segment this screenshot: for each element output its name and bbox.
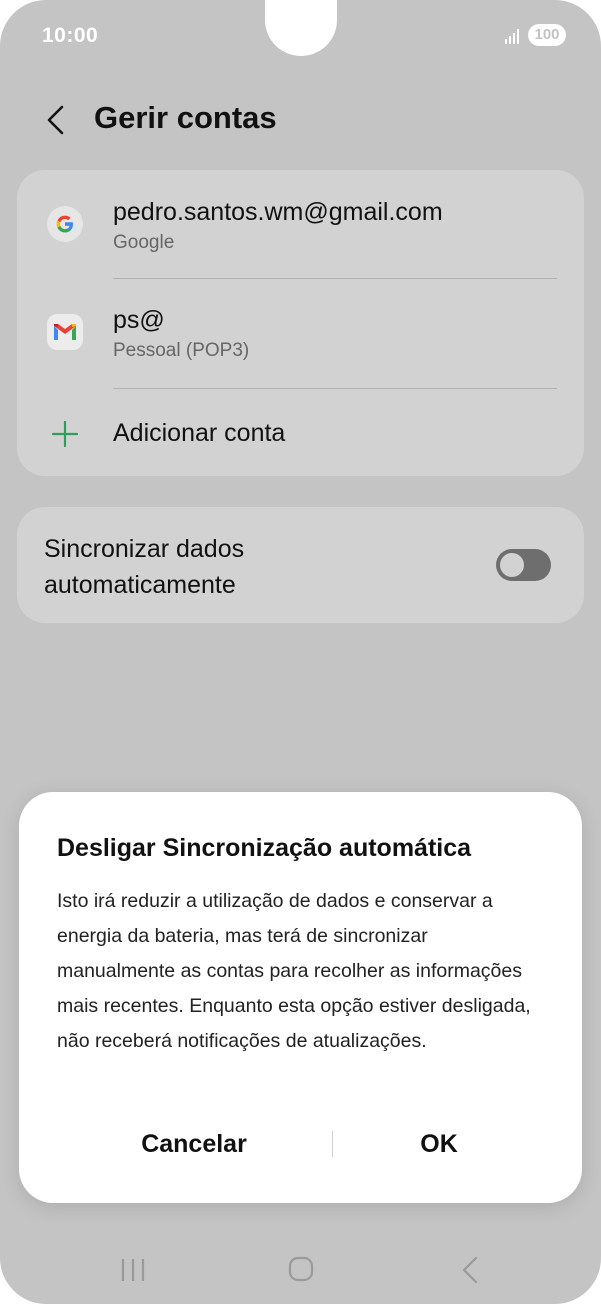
- recent-apps-icon: [121, 1259, 145, 1281]
- back-nav-button[interactable]: [446, 1250, 496, 1290]
- auto-sync-card: Sincronizar dados automaticamente: [17, 507, 584, 623]
- divider: [113, 388, 557, 389]
- account-provider: Google: [113, 232, 175, 253]
- cancel-button[interactable]: Cancelar: [79, 1122, 309, 1166]
- auto-sync-toggle[interactable]: [496, 549, 551, 581]
- account-email: ps@: [113, 306, 165, 334]
- status-bar: 10:00 100: [0, 20, 601, 52]
- add-account-label: Adicionar conta: [113, 419, 286, 447]
- app-header: Gerir contas: [0, 90, 601, 150]
- back-button[interactable]: [36, 96, 76, 144]
- google-icon: [47, 206, 83, 242]
- auto-sync-label: Sincronizar dados automaticamente: [44, 535, 245, 599]
- account-provider: Pessoal (POP3): [113, 340, 250, 361]
- page-title: Gerir contas: [94, 100, 277, 135]
- battery-icon: 100: [528, 24, 566, 46]
- back-icon: [462, 1256, 478, 1284]
- chevron-left-icon: [47, 105, 64, 135]
- status-time: 10:00: [42, 24, 99, 47]
- gmail-icon: [47, 314, 83, 350]
- home-icon: [288, 1256, 314, 1282]
- toggle-knob: [500, 553, 524, 577]
- account-row-google[interactable]: pedro.santos.wm@gmail.com Google: [17, 170, 584, 278]
- dialog-message: Isto irá reduzir a utilização de dados e…: [57, 890, 531, 1052]
- account-row-pop3[interactable]: ps@ Pessoal (POP3): [17, 278, 584, 386]
- recent-apps-button[interactable]: [108, 1250, 158, 1290]
- navigation-bar: [0, 1240, 601, 1300]
- accounts-card: pedro.santos.wm@gmail.com Google ps@ Pes…: [17, 170, 584, 476]
- auto-sync-off-dialog: Desligar Sincronização automática Isto i…: [19, 792, 582, 1203]
- account-email: pedro.santos.wm@gmail.com: [113, 198, 443, 226]
- dialog-title: Desligar Sincronização automática: [57, 834, 472, 862]
- phone-screen: 10:00 100 Gerir contas pedro.santos.wm@g…: [0, 0, 601, 1304]
- plus-icon: [51, 420, 79, 448]
- home-button[interactable]: [276, 1250, 326, 1290]
- signal-icon: [505, 28, 523, 44]
- ok-button[interactable]: OK: [319, 1122, 559, 1166]
